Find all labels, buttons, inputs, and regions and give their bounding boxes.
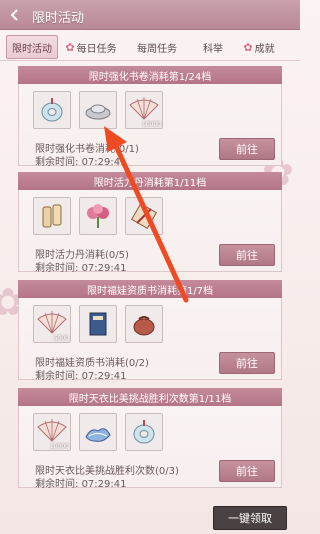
timer: 剩余时间: 07:29:41 (35, 259, 126, 274)
card-header: 限时福娃资质书消耗第1/7档 (18, 280, 282, 298)
flower-bouquet-icon (87, 204, 109, 228)
timer-value: 07:29:41 (81, 263, 127, 274)
page-title: 限时活动 (32, 11, 85, 26)
document-scroll-icon (131, 203, 157, 229)
reward-item[interactable] (79, 413, 117, 451)
go-button[interactable]: 前往 (219, 244, 275, 266)
timer: 剩余时间: 07:29:41 (35, 475, 126, 490)
title-bar: 限时活动 (0, 0, 300, 30)
tab-label: 限时活动 (12, 43, 52, 55)
task-card: 限时天衣比美挑战胜利次数第1/11档 10000 限时天衣比美挑战胜利次数(0/… (18, 388, 282, 490)
tab-weekly-tasks[interactable]: 每周任务 (126, 35, 188, 59)
timer-label: 剩余时间: (35, 371, 79, 382)
timer-value: 07:29:41 (81, 371, 127, 382)
go-button[interactable]: 前往 (219, 138, 275, 160)
reward-item[interactable]: 10000 (33, 413, 71, 451)
reward-item[interactable] (33, 91, 71, 129)
reward-item[interactable]: 5000 (33, 305, 71, 343)
go-button[interactable]: 前往 (219, 460, 275, 482)
reward-item[interactable] (79, 197, 117, 235)
task-card: 限时强化书卷消耗第1/24档 10000 限时强化书卷消耗(0/1) 剩余时间:… (18, 66, 282, 168)
tab-label: 每日任务 (76, 43, 117, 55)
go-button[interactable]: 前往 (219, 352, 275, 374)
tab-label: 成就 (254, 43, 275, 55)
tab-achievements[interactable]: ✿ 成就 (234, 35, 284, 59)
reward-item[interactable] (125, 197, 163, 235)
cloud-dress-icon (85, 428, 111, 442)
chevron-left-icon (10, 9, 18, 21)
timer: 剩余时间: 07:29:41 (35, 153, 126, 168)
timer: 剩余时间: 07:29:41 (35, 367, 126, 382)
silver-ingot-icon (85, 104, 111, 120)
scroll-bundle-icon (42, 204, 62, 228)
task-card: 限时活力丹消耗第1/11档 限时活力丹消耗(0/5) 剩余时间: 07:29:4… (18, 172, 282, 274)
jade-pendant-icon (41, 98, 63, 122)
reward-item[interactable] (79, 91, 117, 129)
card-header: 限时天衣比美挑战胜利次数第1/11档 (18, 388, 282, 406)
tab-label: 科举 (203, 43, 223, 55)
flower-icon: ✿ (243, 40, 253, 54)
timer-label: 剩余时间: (35, 263, 79, 274)
jade-pendant-icon (133, 420, 155, 444)
card-header: 限时强化书卷消耗第1/24档 (18, 66, 282, 84)
timer-label: 剩余时间: (35, 479, 79, 490)
back-icon[interactable] (0, 0, 30, 30)
tab-imperial-exam[interactable]: 科举 (194, 35, 232, 59)
pouch-icon (133, 316, 155, 336)
flower-icon: ✿ (65, 40, 75, 54)
reward-item[interactable] (125, 413, 163, 451)
tab-label: 每周任务 (137, 43, 177, 55)
reward-item[interactable]: 10000 (125, 91, 163, 129)
task-card: 限时福娃资质书消耗第1/7档 5000 限时福娃资质书消耗(0/2) 剩余时间:… (18, 280, 282, 382)
reward-item[interactable] (79, 305, 117, 343)
claim-all-button[interactable]: 一键领取 (213, 506, 287, 530)
tab-limited-activity[interactable]: 限时活动 (6, 35, 58, 59)
tab-bar: 限时活动 ✿ 每日任务 每周任务 科举 ✿ 成就 (0, 33, 300, 61)
book-icon (89, 312, 107, 336)
timer-value: 07:29:41 (81, 157, 127, 168)
timer-label: 剩余时间: (35, 157, 79, 168)
reward-item[interactable] (33, 197, 71, 235)
tab-daily-tasks[interactable]: ✿ 每日任务 (64, 35, 118, 59)
timer-value: 07:29:41 (81, 479, 127, 490)
card-header: 限时活力丹消耗第1/11档 (18, 172, 282, 190)
reward-item[interactable] (125, 305, 163, 343)
